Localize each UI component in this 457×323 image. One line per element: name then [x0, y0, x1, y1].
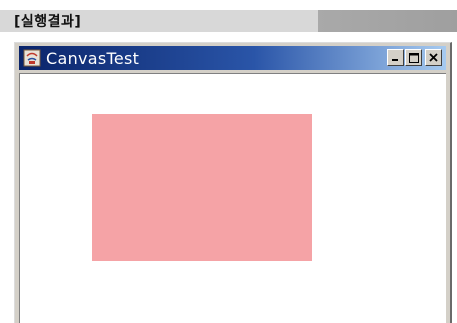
result-heading: [실행결과] [14, 14, 82, 30]
pink-filled-rectangle [92, 114, 312, 261]
window-title: CanvasTest [46, 48, 140, 68]
app-window: CanvasTest [14, 42, 452, 323]
minimize-icon [392, 59, 398, 61]
java-app-icon[interactable] [22, 48, 42, 68]
canvas-area[interactable] [19, 73, 446, 323]
close-button[interactable] [425, 49, 442, 66]
screenshot-page: [실행결과] CanvasTest [0, 0, 457, 323]
close-icon [429, 53, 438, 62]
result-section-header: [실행결과] [0, 10, 457, 32]
maximize-icon [408, 52, 419, 63]
window-controls [387, 49, 442, 66]
maximize-button[interactable] [405, 49, 422, 66]
window-titlebar[interactable]: CanvasTest [19, 46, 446, 70]
minimize-button[interactable] [387, 49, 404, 66]
